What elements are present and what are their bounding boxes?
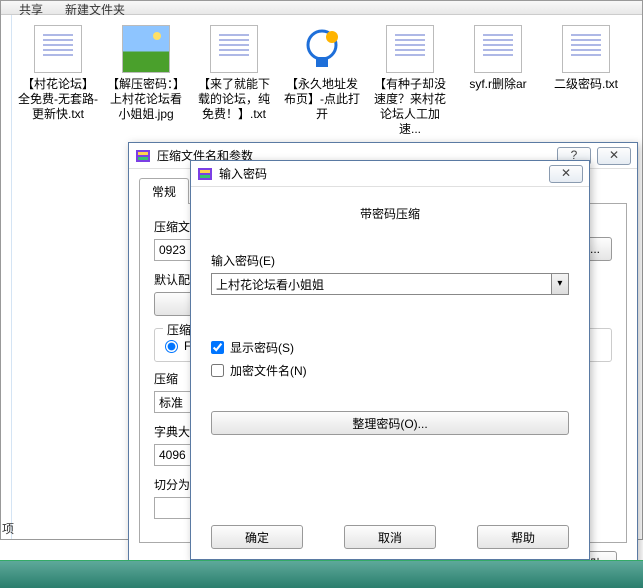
- txt-file-icon: [474, 25, 522, 73]
- winrar-icon: [197, 166, 213, 182]
- encrypt-names-input[interactable]: [211, 364, 224, 377]
- txt-file-icon: [386, 25, 434, 73]
- pwd-titlebar[interactable]: 输入密码 ✕: [191, 161, 589, 187]
- pwd-ok-button[interactable]: 确定: [211, 525, 303, 549]
- file-item[interactable]: 【解压密码：】上村花论坛看小姐姐.jpg: [106, 25, 186, 122]
- jpg-file-icon: [122, 25, 170, 73]
- winrar-icon: [135, 148, 151, 164]
- pwd-close-button[interactable]: ✕: [549, 165, 583, 183]
- password-dropdown-arrow[interactable]: ▾: [552, 273, 569, 295]
- file-item[interactable]: 【有种子却没速度？来村花论坛人工加速...: [370, 25, 450, 137]
- close-button[interactable]: ✕: [597, 147, 631, 165]
- file-item[interactable]: 【永久地址发布页】-点此打开: [282, 25, 362, 122]
- enter-password-label: 输入密码(E): [211, 252, 569, 269]
- file-label: 【村花论坛】全免费-无套路-更新快.txt: [18, 77, 98, 122]
- pwd-button-row: 确定 取消 帮助: [211, 511, 569, 549]
- explorer-toolbar: 共享 新建文件夹: [1, 1, 642, 15]
- format-radio-input[interactable]: [165, 340, 178, 353]
- file-label: 【有种子却没速度？来村花论坛人工加速...: [370, 77, 450, 137]
- file-label: 【永久地址发布页】-点此打开: [282, 77, 362, 122]
- file-item[interactable]: 【来了就能下载的论坛，纯免费！】.txt: [194, 25, 274, 122]
- file-label: 【解压密码：】上村花论坛看小姐姐.jpg: [106, 77, 186, 122]
- exe-file-icon: [298, 25, 346, 73]
- encrypt-names-checkbox[interactable]: 加密文件名(N): [211, 362, 569, 379]
- file-label: syf.r删除ar: [458, 77, 538, 92]
- password-dialog: 输入密码 ✕ 带密码压缩 输入密码(E) ▾ 显示密码(S) 加密文件名(N) …: [190, 160, 590, 560]
- txt-file-icon: [210, 25, 258, 73]
- toolbar-share[interactable]: 共享: [19, 1, 43, 14]
- txt-file-icon: [34, 25, 82, 73]
- file-label: 【来了就能下载的论坛，纯免费！】.txt: [194, 77, 274, 122]
- toolbar-newfolder[interactable]: 新建文件夹: [65, 1, 125, 14]
- show-password-label: 显示密码(S): [230, 339, 294, 356]
- show-password-input[interactable]: [211, 341, 224, 354]
- password-input[interactable]: [211, 273, 552, 295]
- pwd-title-text: 输入密码: [219, 165, 543, 182]
- organize-passwords-button[interactable]: 整理密码(O)...: [211, 411, 569, 435]
- pwd-help-button[interactable]: 帮助: [477, 525, 569, 549]
- taskbar[interactable]: [0, 560, 643, 588]
- txt-file-icon: [562, 25, 610, 73]
- file-item[interactable]: 【村花论坛】全免费-无套路-更新快.txt: [18, 25, 98, 122]
- file-item[interactable]: 二级密码.txt: [546, 25, 626, 92]
- sidebar-fragment: 项: [0, 520, 14, 537]
- encrypt-names-label: 加密文件名(N): [230, 362, 307, 379]
- pwd-subtitle: 带密码压缩: [211, 205, 569, 222]
- file-label: 二级密码.txt: [546, 77, 626, 92]
- tab-general[interactable]: 常规: [139, 178, 189, 204]
- file-item[interactable]: syf.r删除ar: [458, 25, 538, 92]
- pwd-cancel-button[interactable]: 取消: [344, 525, 436, 549]
- show-password-checkbox[interactable]: 显示密码(S): [211, 339, 569, 356]
